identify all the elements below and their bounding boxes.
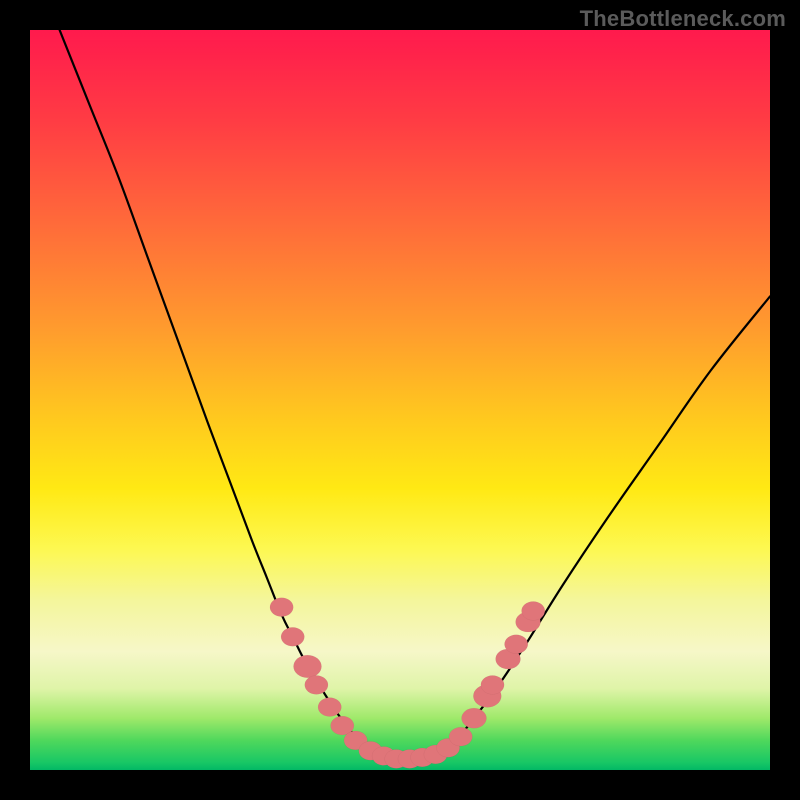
data-marker (281, 627, 304, 646)
data-markers (270, 598, 545, 769)
data-marker (305, 675, 328, 694)
plot-area (30, 30, 770, 770)
curve-layer (30, 30, 770, 770)
data-marker (318, 698, 341, 717)
watermark-text: TheBottleneck.com (580, 6, 786, 32)
data-marker (462, 708, 487, 728)
data-marker (522, 601, 545, 620)
data-marker (449, 727, 472, 746)
data-marker (294, 655, 322, 678)
bottleneck-curve (60, 30, 770, 761)
chart-frame: TheBottleneck.com (0, 0, 800, 800)
data-marker (481, 675, 504, 694)
data-marker (505, 635, 528, 654)
data-marker (270, 598, 293, 617)
